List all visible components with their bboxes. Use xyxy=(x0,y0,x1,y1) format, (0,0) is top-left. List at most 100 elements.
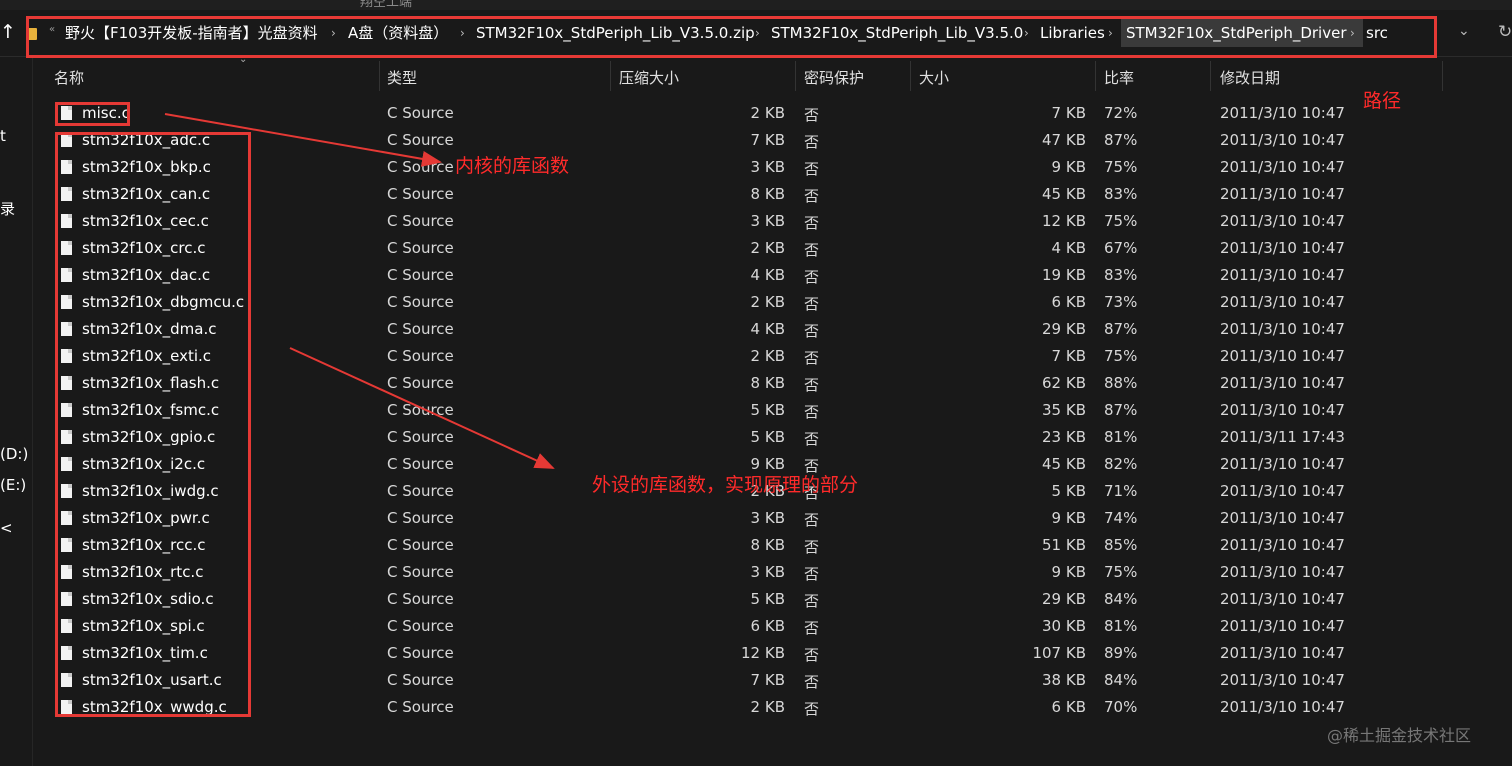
nav-item-drive-d[interactable]: (D:) xyxy=(0,445,28,463)
file-size: 23 KB xyxy=(1042,428,1086,446)
table-row[interactable]: stm32f10x_gpio.c C Source 5 KB 否 23 KB 81% 201… xyxy=(33,424,1512,451)
nav-item[interactable]: 录 xyxy=(0,198,15,219)
column-header-name[interactable]: 名称 xyxy=(54,67,84,88)
file-compressed-size: 7 KB xyxy=(750,671,785,689)
column-divider[interactable] xyxy=(795,61,796,91)
file-ratio: 84% xyxy=(1104,590,1138,608)
file-password-protected: 否 xyxy=(804,673,820,691)
file-modified-date: 2011/3/10 10:47 xyxy=(1220,401,1345,419)
table-row[interactable]: stm32f10x_exti.c C Source 2 KB 否 7 KB 75% 2011… xyxy=(33,343,1512,370)
table-row[interactable]: stm32f10x_dbgmcu.c C Source 2 KB 否 6 KB 73% 20… xyxy=(33,289,1512,316)
file-modified-date: 2011/3/10 10:47 xyxy=(1220,698,1345,716)
table-row[interactable]: stm32f10x_bkp.c C Source 3 KB 否 9 KB 75% 2011/… xyxy=(33,154,1512,181)
file-compressed-size: 3 KB xyxy=(750,212,785,230)
file-modified-date: 2011/3/10 10:47 xyxy=(1220,158,1345,176)
file-ratio: 87% xyxy=(1104,401,1138,419)
file-modified-date: 2011/3/10 10:47 xyxy=(1220,104,1345,122)
file-ratio: 70% xyxy=(1104,698,1138,716)
file-type: C Source xyxy=(387,563,454,581)
file-size: 9 KB xyxy=(1051,563,1086,581)
file-size: 6 KB xyxy=(1051,293,1086,311)
file-modified-date: 2011/3/10 10:47 xyxy=(1220,320,1345,338)
table-row[interactable]: stm32f10x_rtc.c C Source 3 KB 否 9 KB 75% 2011/… xyxy=(33,559,1512,586)
file-size: 6 KB xyxy=(1051,698,1086,716)
file-size: 47 KB xyxy=(1042,131,1086,149)
table-row[interactable]: stm32f10x_adc.c C Source 7 KB 否 47 KB 87% 2011… xyxy=(33,127,1512,154)
nav-item[interactable]: t xyxy=(0,127,6,145)
file-compressed-size: 8 KB xyxy=(750,185,785,203)
file-modified-date: 2011/3/10 10:47 xyxy=(1220,617,1345,635)
file-password-protected: 否 xyxy=(804,133,820,151)
file-password-protected: 否 xyxy=(804,160,820,178)
column-divider[interactable] xyxy=(910,61,911,91)
column-divider[interactable] xyxy=(1442,61,1443,91)
table-row[interactable]: stm32f10x_sdio.c C Source 5 KB 否 29 KB 84% 201… xyxy=(33,586,1512,613)
file-ratio: 74% xyxy=(1104,509,1138,527)
column-header-modified[interactable]: 修改日期 xyxy=(1220,67,1280,88)
table-row[interactable]: stm32f10x_wwdg.c C Source 2 KB 否 6 KB 70% 2011… xyxy=(33,694,1512,721)
table-row[interactable]: stm32f10x_tim.c C Source 12 KB 否 107 KB 89% 20… xyxy=(33,640,1512,667)
file-type: C Source xyxy=(387,455,454,473)
file-compressed-size: 3 KB xyxy=(750,158,785,176)
file-size: 45 KB xyxy=(1042,455,1086,473)
file-size: 45 KB xyxy=(1042,185,1086,203)
table-row[interactable]: stm32f10x_spi.c C Source 6 KB 否 30 KB 81% 2011… xyxy=(33,613,1512,640)
file-type: C Source xyxy=(387,698,454,716)
file-type: C Source xyxy=(387,644,454,662)
nav-item[interactable]: < xyxy=(0,519,13,537)
file-size: 12 KB xyxy=(1042,212,1086,230)
file-compressed-size: 6 KB xyxy=(750,617,785,635)
table-row[interactable]: stm32f10x_usart.c C Source 7 KB 否 38 KB 84% 20… xyxy=(33,667,1512,694)
file-type: C Source xyxy=(387,239,454,257)
file-ratio: 75% xyxy=(1104,158,1138,176)
file-compressed-size: 5 KB xyxy=(750,590,785,608)
nav-item-drive-e[interactable]: (E:) xyxy=(0,476,26,494)
table-row[interactable]: misc.c C Source 2 KB 否 7 KB 72% 2011/3/10 10:4… xyxy=(33,100,1512,127)
table-row[interactable]: stm32f10x_fsmc.c C Source 5 KB 否 35 KB 87% 201… xyxy=(33,397,1512,424)
file-type: C Source xyxy=(387,347,454,365)
file-type: C Source xyxy=(387,536,454,554)
file-type: C Source xyxy=(387,131,454,149)
file-size: 35 KB xyxy=(1042,401,1086,419)
file-ratio: 75% xyxy=(1104,563,1138,581)
up-arrow-icon[interactable]: ↑ xyxy=(0,20,16,46)
file-compressed-size: 5 KB xyxy=(750,428,785,446)
file-size: 29 KB xyxy=(1042,590,1086,608)
table-row[interactable]: stm32f10x_rcc.c C Source 8 KB 否 51 KB 85% 2011… xyxy=(33,532,1512,559)
column-divider[interactable] xyxy=(1210,61,1211,91)
table-row[interactable]: stm32f10x_pwr.c C Source 3 KB 否 9 KB 74% 2011/… xyxy=(33,505,1512,532)
file-compressed-size: 3 KB xyxy=(750,509,785,527)
file-password-protected: 否 xyxy=(804,295,820,313)
column-header-compressed[interactable]: 压缩大小 xyxy=(619,67,679,88)
column-header-size[interactable]: 大小 xyxy=(919,67,949,88)
file-compressed-size: 5 KB xyxy=(750,401,785,419)
table-row[interactable]: stm32f10x_can.c C Source 8 KB 否 45 KB 83% 2011… xyxy=(33,181,1512,208)
file-compressed-size: 2 KB xyxy=(750,347,785,365)
annotation-path-box xyxy=(26,16,1437,58)
file-password-protected: 否 xyxy=(804,619,820,637)
file-ratio: 84% xyxy=(1104,671,1138,689)
file-password-protected: 否 xyxy=(804,106,820,124)
file-password-protected: 否 xyxy=(804,565,820,583)
file-modified-date: 2011/3/10 10:47 xyxy=(1220,212,1345,230)
file-size: 7 KB xyxy=(1051,347,1086,365)
column-divider[interactable] xyxy=(610,61,611,91)
chevron-down-icon[interactable]: ⌄ xyxy=(1458,23,1470,39)
file-compressed-size: 8 KB xyxy=(750,374,785,392)
table-row[interactable]: stm32f10x_cec.c C Source 3 KB 否 12 KB 75% 2011… xyxy=(33,208,1512,235)
table-row[interactable]: stm32f10x_crc.c C Source 2 KB 否 4 KB 67% 2011/… xyxy=(33,235,1512,262)
column-header-ratio[interactable]: 比率 xyxy=(1104,67,1134,88)
table-row[interactable]: stm32f10x_dma.c C Source 4 KB 否 29 KB 87% 2011… xyxy=(33,316,1512,343)
column-header-type[interactable]: 类型 xyxy=(387,67,417,88)
column-divider[interactable] xyxy=(379,61,380,91)
table-row[interactable]: stm32f10x_flash.c C Source 8 KB 否 62 KB 88% 20… xyxy=(33,370,1512,397)
table-row[interactable]: stm32f10x_dac.c C Source 4 KB 否 19 KB 83% 2011… xyxy=(33,262,1512,289)
file-modified-date: 2011/3/10 10:47 xyxy=(1220,563,1345,581)
column-header-password[interactable]: 密码保护 xyxy=(804,67,864,88)
file-compressed-size: 2 KB xyxy=(750,293,785,311)
column-divider[interactable] xyxy=(1095,61,1096,91)
column-header: ⌄ 名称 类型 压缩大小 密码保护 大小 比率 修改日期 xyxy=(33,54,1512,91)
file-compressed-size: 7 KB xyxy=(750,131,785,149)
refresh-icon[interactable]: ↻ xyxy=(1498,22,1512,42)
file-password-protected: 否 xyxy=(804,592,820,610)
